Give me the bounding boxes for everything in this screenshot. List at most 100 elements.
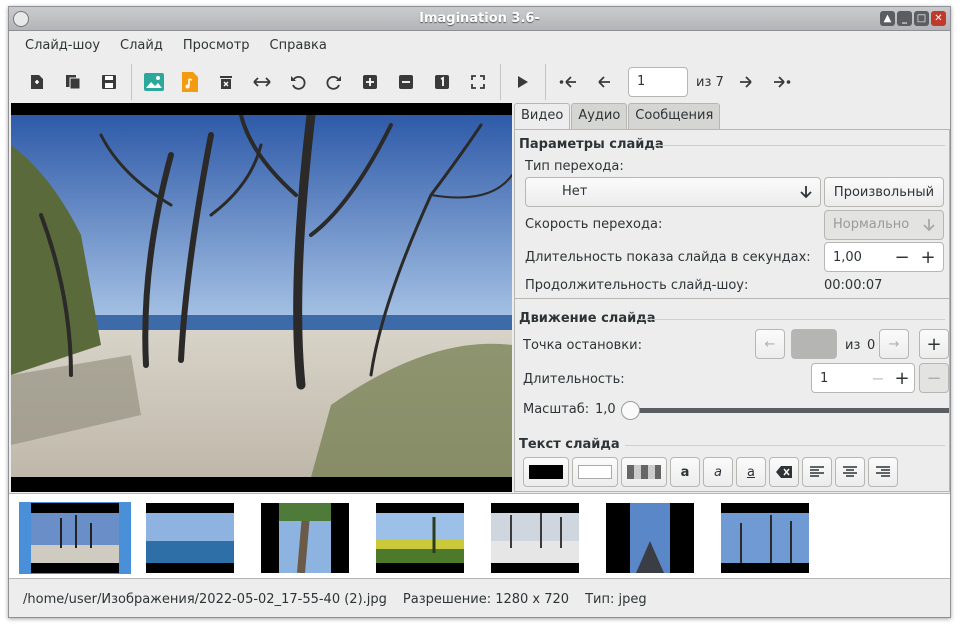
video-settings-panel: Параметры слайда Тип перехода: Нет Произ… xyxy=(514,129,950,492)
font-color-button[interactable] xyxy=(523,457,569,487)
maximize-button[interactable]: □ xyxy=(914,11,929,26)
toolbar: 1 из 7 xyxy=(9,61,950,103)
align-right-button[interactable] xyxy=(868,457,898,487)
zoom-fit-button[interactable] xyxy=(462,66,494,98)
first-slide-button[interactable] xyxy=(552,66,584,98)
align-center-icon xyxy=(843,466,857,477)
rotate-left-button[interactable] xyxy=(282,66,314,98)
thumbnail-1[interactable] xyxy=(19,502,131,574)
save-button[interactable] xyxy=(93,66,125,98)
motion-duration-spin[interactable]: 1 − + xyxy=(811,363,915,393)
app-window: Imagination 3.6- ▲ _ □ ✕ Слайд-шоу Слайд… xyxy=(8,6,951,618)
scale-slider-handle[interactable] xyxy=(621,401,640,420)
slide-params-heading: Параметры слайда xyxy=(519,137,664,152)
transition-speed-combo[interactable]: Нормально xyxy=(824,210,944,240)
text-italic-button[interactable]: a xyxy=(703,457,733,487)
import-pictures-button[interactable] xyxy=(138,66,170,98)
stop-point-next-button[interactable]: → xyxy=(879,329,909,359)
stop-point-field[interactable] xyxy=(791,329,837,359)
status-file-type: Тип: jpeg xyxy=(585,591,647,607)
slide-thumbnails xyxy=(9,493,950,579)
minus-icon[interactable]: − xyxy=(866,369,890,388)
title-bar: Imagination 3.6- ▲ _ □ ✕ xyxy=(9,7,950,31)
menu-slideshow[interactable]: Слайд-шоу xyxy=(15,38,110,53)
slide-duration-label: Длительность показа слайда в секундах: xyxy=(525,250,811,265)
thumbnail-3[interactable] xyxy=(249,502,361,574)
next-slide-button[interactable] xyxy=(730,66,762,98)
window-title: Imagination 3.6- xyxy=(419,11,540,26)
new-slideshow-button[interactable] xyxy=(21,66,53,98)
align-left-button[interactable] xyxy=(802,457,832,487)
background-color-button[interactable] xyxy=(572,457,618,487)
motion-duration-label: Длительность: xyxy=(523,372,625,387)
import-music-button[interactable] xyxy=(174,66,206,98)
minimize-button[interactable]: _ xyxy=(897,11,912,26)
slide-duration-spin[interactable]: 1,00 − + xyxy=(824,242,944,272)
random-transition-button[interactable]: Произвольный xyxy=(824,177,944,207)
slide-duration-value: 1,00 xyxy=(833,249,862,265)
status-resolution: Разрешение: 1280 x 720 xyxy=(402,591,570,607)
page-count-label: из 7 xyxy=(696,74,724,90)
black-swatch-icon xyxy=(529,465,563,479)
text-bold-button[interactable]: a xyxy=(670,457,700,487)
stop-point-of-label: из xyxy=(845,338,861,353)
stop-point-prev-button[interactable]: ← xyxy=(755,329,785,359)
slide-preview[interactable] xyxy=(11,103,512,492)
scale-value: 1,0 xyxy=(595,402,616,417)
slideshow-length-value: 00:00:07 xyxy=(824,278,883,293)
transition-speed-label: Скорость перехода: xyxy=(525,217,663,232)
tab-bar: Видео Аудио Сообщения xyxy=(514,103,721,130)
thumbnail-2[interactable] xyxy=(134,502,246,574)
white-swatch-icon xyxy=(578,465,612,479)
menu-slide[interactable]: Слайд xyxy=(110,38,173,53)
transition-type-label: Тип перехода: xyxy=(525,159,624,174)
arrow-down-icon xyxy=(923,219,935,231)
checker-swatch-icon xyxy=(627,465,661,479)
page-number-input[interactable]: 1 xyxy=(628,67,688,97)
window-up-icon[interactable]: ▲ xyxy=(880,11,895,26)
play-button[interactable] xyxy=(507,66,539,98)
slide-text-heading: Текст слайда xyxy=(519,437,620,452)
menu-bar: Слайд-шоу Слайд Просмотр Справка xyxy=(9,31,950,59)
thumbnail-6[interactable] xyxy=(594,502,706,574)
flip-horizontal-icon[interactable] xyxy=(246,66,278,98)
zoom-normal-button[interactable] xyxy=(426,66,458,98)
rotate-right-button[interactable] xyxy=(318,66,350,98)
slideshow-length-label: Продолжительность слайд-шоу: xyxy=(525,278,749,293)
thumbnail-4[interactable] xyxy=(364,502,476,574)
zoom-out-button[interactable] xyxy=(390,66,422,98)
preview-image xyxy=(11,115,512,477)
tab-messages[interactable]: Сообщения xyxy=(628,103,721,129)
delete-slide-button[interactable] xyxy=(210,66,242,98)
stop-point-total: 0 xyxy=(867,338,876,353)
minus-icon[interactable]: − xyxy=(889,247,915,268)
last-slide-button[interactable] xyxy=(766,66,798,98)
align-right-icon xyxy=(876,466,890,477)
clear-text-button[interactable] xyxy=(769,457,799,487)
border-color-button[interactable] xyxy=(621,457,667,487)
tab-video[interactable]: Видео xyxy=(514,103,571,130)
motion-heading: Движение слайда xyxy=(519,311,656,326)
status-bar: /home/user/Изображения/2022-05-02_17-55-… xyxy=(9,581,950,617)
scale-slider[interactable] xyxy=(621,401,949,420)
thumbnail-7[interactable] xyxy=(709,502,821,574)
open-slideshow-button[interactable] xyxy=(57,66,89,98)
arrow-down-icon xyxy=(800,186,812,198)
prev-slide-button[interactable] xyxy=(588,66,620,98)
thumbnail-5[interactable] xyxy=(479,502,591,574)
plus-icon[interactable]: + xyxy=(915,247,941,268)
add-stop-point-button[interactable]: + xyxy=(919,329,949,359)
menu-help[interactable]: Справка xyxy=(260,38,337,53)
transition-type-combo[interactable]: Нет xyxy=(525,177,821,207)
zoom-in-button[interactable] xyxy=(354,66,386,98)
close-button[interactable]: ✕ xyxy=(931,11,946,26)
transition-type-value: Нет xyxy=(562,184,588,199)
plus-icon[interactable]: + xyxy=(890,368,914,389)
menu-view[interactable]: Просмотр xyxy=(173,38,260,53)
text-underline-button[interactable]: a xyxy=(736,457,766,487)
stop-point-label: Точка остановки: xyxy=(523,338,642,353)
align-center-button[interactable] xyxy=(835,457,865,487)
tab-audio[interactable]: Аудио xyxy=(571,103,628,129)
remove-stop-point-button[interactable]: − xyxy=(919,363,949,393)
transition-speed-value: Нормально xyxy=(833,217,910,232)
